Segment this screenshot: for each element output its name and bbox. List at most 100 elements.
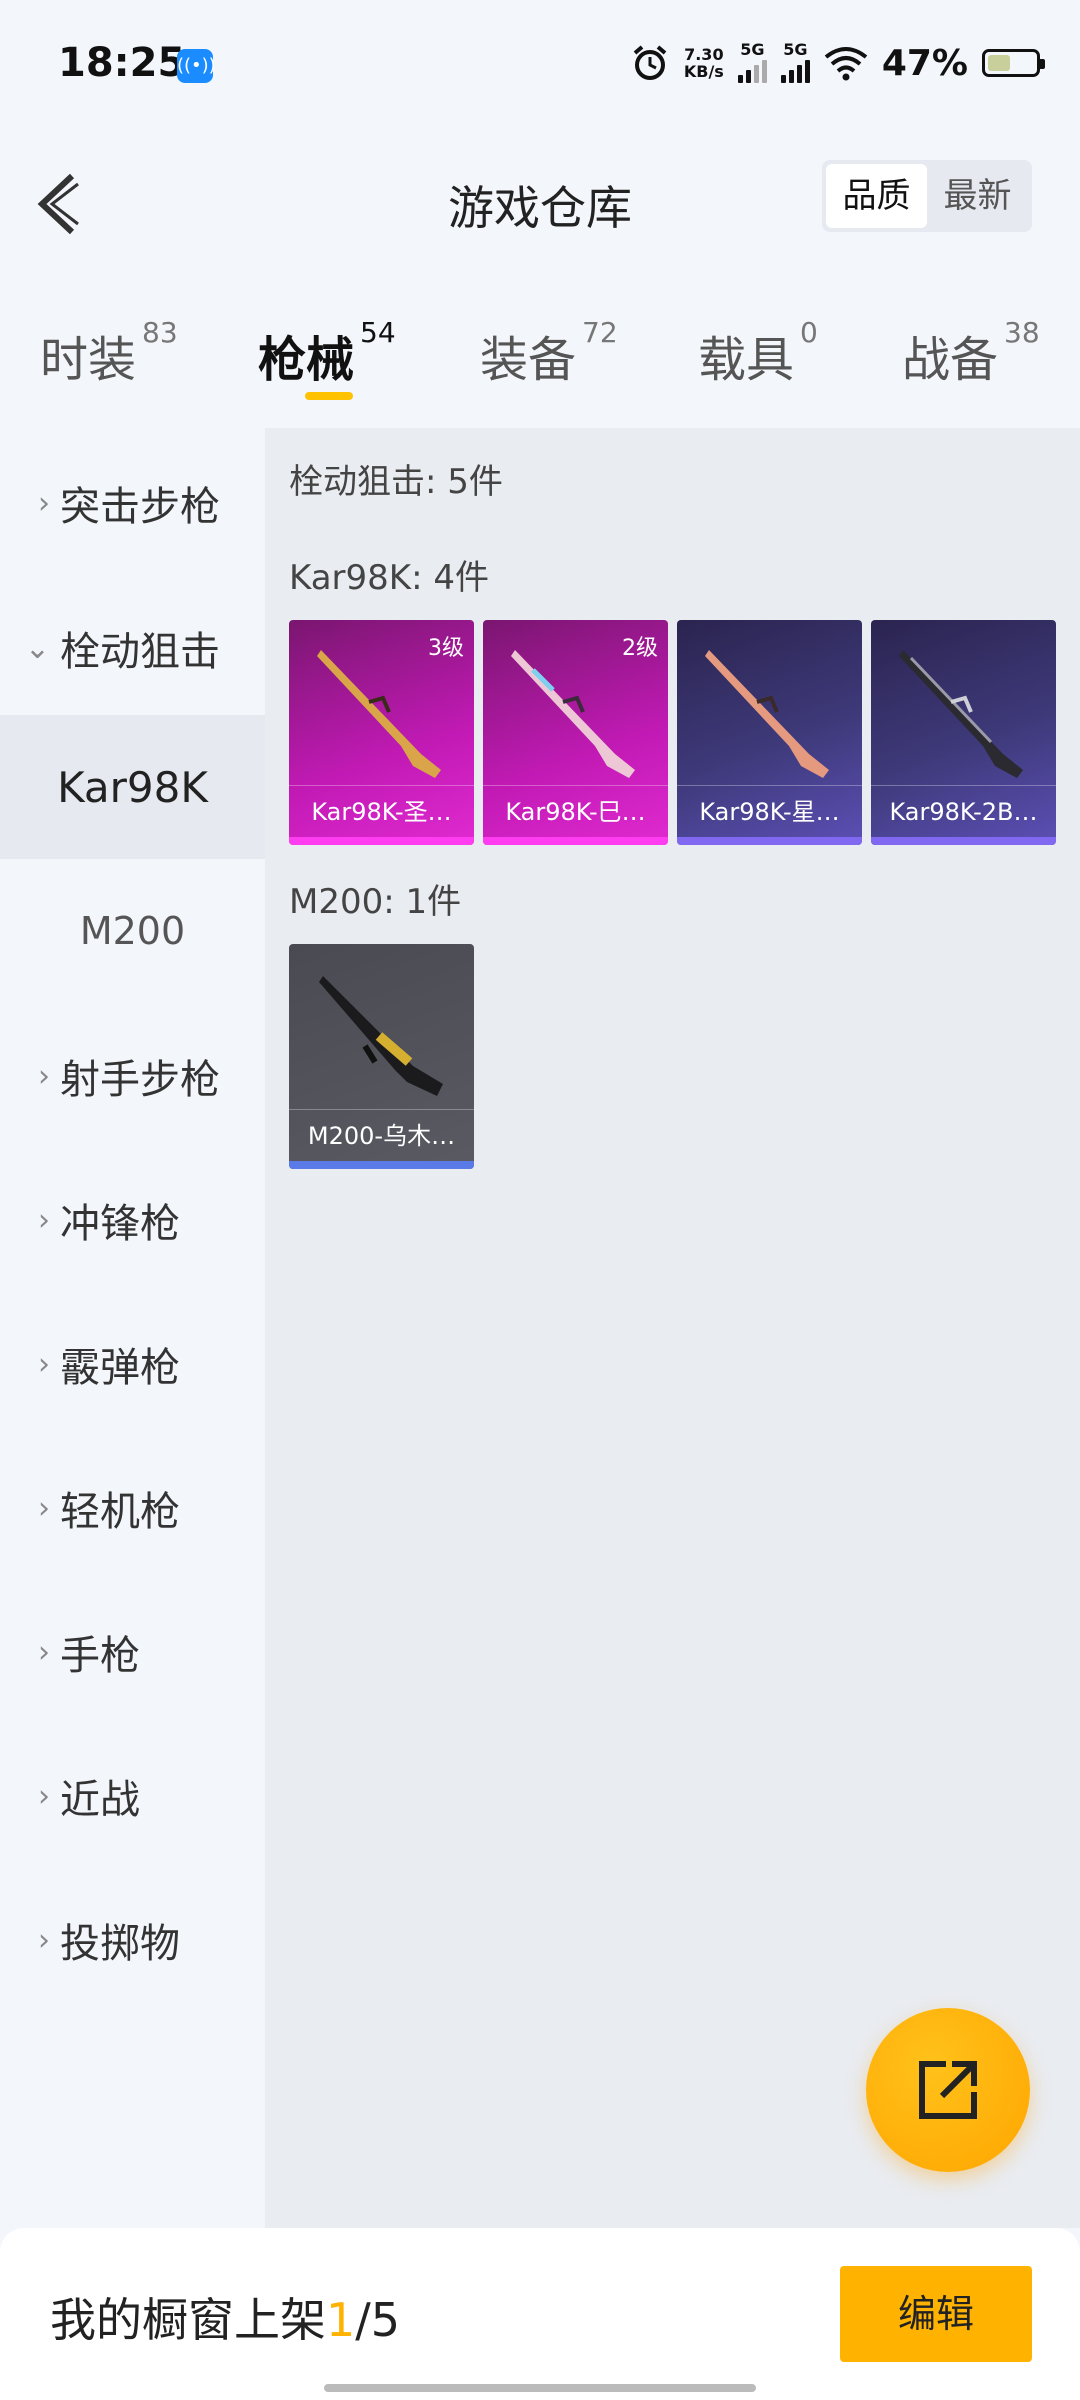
category-title: 栓动狙击: 5件 — [289, 462, 503, 502]
item-name: M200-乌木… — [289, 1109, 474, 1161]
sim1-signal: 5G — [737, 40, 767, 83]
item-card[interactable]: 2级 Kar98K-巳… — [483, 620, 668, 845]
sidebar-item-label: M200 — [79, 909, 186, 953]
sidebar-item-label: 近战 — [60, 1777, 140, 1823]
tab-guns[interactable]: 枪械 54 — [258, 316, 396, 390]
edit-button[interactable]: 编辑 — [840, 2266, 1032, 2362]
wifi-icon — [824, 47, 868, 81]
quality-bar — [289, 837, 474, 845]
tab-label: 枪械 — [258, 332, 355, 388]
sidebar-item-label: 栓动狙击 — [60, 629, 220, 675]
tab-count: 38 — [1004, 316, 1040, 349]
sidebar-item-label: 投掷物 — [60, 1921, 180, 1967]
chevron-right-icon: › — [38, 1058, 50, 1094]
item-card[interactable]: Kar98K-星… — [677, 620, 862, 845]
share-external-icon — [919, 2061, 977, 2119]
tab-label: 载具 — [698, 332, 795, 388]
sort-toggle: 品质 最新 — [822, 160, 1032, 232]
sidebar-item-assault-rifle[interactable]: › 突击步枪 — [0, 443, 265, 563]
sidebar-item-label: 突击步枪 — [60, 484, 220, 530]
sidebar-item-smg[interactable]: › 冲锋枪 — [0, 1160, 265, 1280]
sidebar-item-marksman-rifle[interactable]: › 射手步枪 — [0, 1016, 265, 1136]
group-title-m200: M200: 1件 — [289, 882, 462, 922]
item-card[interactable]: Kar98K-2B… — [871, 620, 1056, 845]
item-card[interactable]: 3级 Kar98K-圣… — [289, 620, 474, 845]
rifle-icon — [899, 650, 1023, 778]
page-header: 游戏仓库 品质 最新 — [0, 112, 1080, 282]
sort-latest-button[interactable]: 最新 — [927, 164, 1028, 228]
tab-label: 时装 — [40, 332, 137, 388]
chevron-right-icon: › — [38, 1778, 50, 1814]
rifle-icon — [705, 650, 829, 778]
sidebar-item-label: Kar98K — [57, 762, 208, 812]
chevron-down-icon: ⌄ — [24, 630, 50, 666]
chevron-right-icon: › — [38, 1922, 50, 1958]
tab-supplies[interactable]: 战备 38 — [902, 316, 1040, 390]
item-name: Kar98K-2B… — [871, 785, 1056, 837]
tab-active-indicator — [305, 392, 353, 400]
item-content-area: 栓动狙击: 5件 Kar98K: 4件 3级 Kar98K-圣… 2级 Kar9… — [265, 428, 1080, 2228]
net-speed-unit: KB/s — [683, 62, 724, 81]
sidebar-item-lmg[interactable]: › 轻机枪 — [0, 1448, 265, 1568]
sidebar-item-label: 冲锋枪 — [60, 1201, 180, 1247]
quality-bar — [483, 837, 668, 845]
quality-bar — [677, 837, 862, 845]
broadcast-icon: ((•)) — [177, 49, 216, 83]
sidebar-item-bolt-sniper[interactable]: ⌄ 栓动狙击 — [0, 588, 265, 708]
battery-fill — [988, 55, 1010, 71]
status-icons: 7.30 KB/s 5G 5G 47% — [630, 38, 1045, 88]
chevron-right-icon: › — [38, 1634, 50, 1670]
item-level: 2级 — [622, 636, 658, 661]
item-name: Kar98K-星… — [677, 785, 862, 837]
sim1-label: 5G — [740, 40, 765, 59]
sidebar-item-throwable[interactable]: › 投掷物 — [0, 1880, 265, 2000]
sim2-signal: 5G — [780, 40, 810, 83]
quality-bar — [289, 1161, 474, 1169]
sidebar-item-label: 轻机枪 — [60, 1489, 180, 1535]
battery-icon — [982, 49, 1045, 77]
sidebar-item-pistol[interactable]: › 手枪 — [0, 1592, 265, 1712]
alarm-icon — [633, 45, 667, 80]
item-name: Kar98K-巳… — [483, 785, 668, 837]
tab-count: 54 — [360, 316, 396, 349]
rifle-icon — [317, 650, 441, 778]
sidebar: › 突击步枪 ⌄ 栓动狙击 Kar98K M200 › 射手步枪 › 冲锋枪 › 霰弹枪 … — [0, 428, 265, 2228]
group-title-kar98k: Kar98K: 4件 — [289, 558, 489, 598]
status-time: 18:25 — [58, 40, 186, 86]
sidebar-item-melee[interactable]: › 近战 — [0, 1736, 265, 1856]
bottom-bar: 我的橱窗上架1/5 编辑 — [0, 2228, 1080, 2400]
tab-fashion[interactable]: 时装 83 — [40, 316, 178, 390]
status-bar: 18:25 ((•)) 7.30 KB/s 5G 5G 47% — [0, 0, 1080, 112]
item-level: 3级 — [428, 636, 464, 661]
sidebar-subitem-kar98k[interactable]: Kar98K — [0, 715, 265, 859]
tab-count: 83 — [142, 316, 178, 349]
home-indicator[interactable] — [324, 2384, 756, 2392]
rifle-icon — [319, 976, 443, 1096]
tab-equipment[interactable]: 装备 72 — [480, 316, 618, 390]
sort-quality-button[interactable]: 品质 — [826, 164, 927, 228]
chevron-right-icon: › — [38, 1490, 50, 1526]
share-button[interactable] — [866, 2008, 1030, 2172]
item-card[interactable]: M200-乌木… — [289, 944, 474, 1169]
chevron-right-icon: › — [38, 1346, 50, 1382]
chevron-right-icon: › — [38, 485, 50, 521]
battery-percent: 47% — [881, 42, 968, 84]
sidebar-item-label: 手枪 — [60, 1633, 140, 1679]
shelf-total: /5 — [355, 2293, 401, 2347]
sidebar-item-label: 射手步枪 — [60, 1057, 220, 1103]
tab-vehicles[interactable]: 载具 0 — [698, 316, 818, 390]
quality-bar — [871, 837, 1056, 845]
item-name: Kar98K-圣… — [289, 785, 474, 837]
sim2-label: 5G — [783, 40, 808, 59]
sidebar-item-shotgun[interactable]: › 霰弹枪 — [0, 1304, 265, 1424]
net-speed-value: 7.30 — [684, 45, 724, 64]
rifle-icon — [511, 650, 635, 778]
tab-label: 战备 — [902, 332, 999, 388]
net-speed: 7.30 KB/s — [684, 46, 724, 80]
tab-label: 装备 — [480, 332, 577, 388]
tab-count: 0 — [800, 316, 818, 349]
shelf-current: 1 — [326, 2293, 356, 2347]
sidebar-subitem-m200[interactable]: M200 — [0, 871, 265, 991]
sidebar-item-label: 霰弹枪 — [60, 1345, 180, 1391]
shelf-status: 我的橱窗上架1/5 — [50, 2284, 400, 2350]
